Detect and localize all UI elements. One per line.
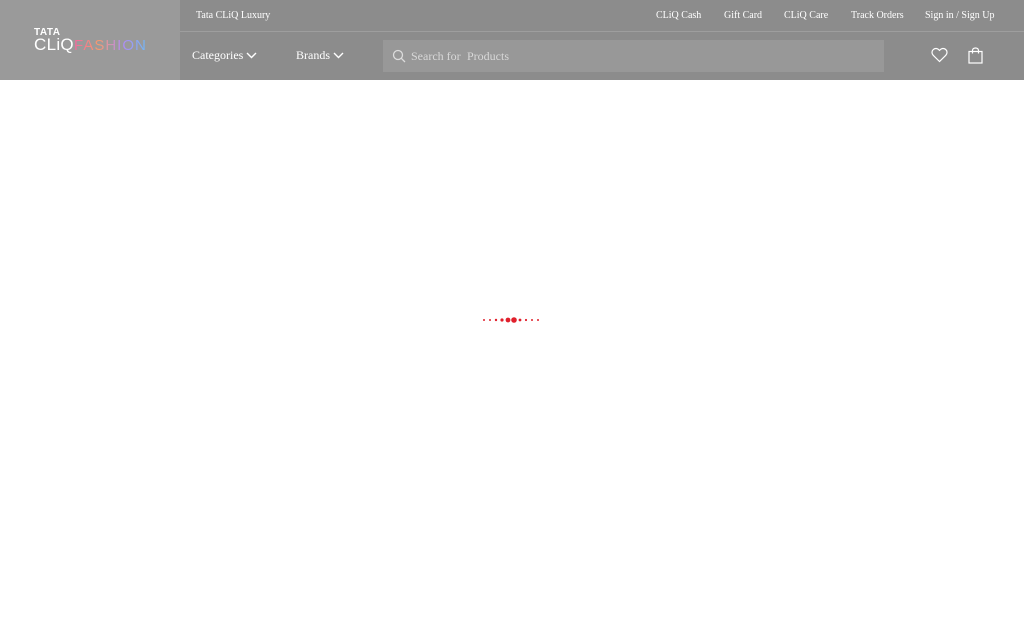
logo-fashion-text: FASHION	[74, 37, 147, 54]
luxury-link[interactable]: Tata CLiQ Luxury	[196, 10, 270, 21]
categories-label: Categories	[192, 48, 244, 62]
categories-menu[interactable]: Categories	[192, 48, 257, 63]
loading-dots	[483, 317, 539, 323]
shopping-bag-icon[interactable]	[968, 47, 983, 64]
loader-dot	[531, 319, 533, 321]
track-orders-link[interactable]: Track Orders	[851, 10, 904, 21]
chevron-down-icon	[333, 52, 344, 59]
gift-card-link[interactable]: Gift Card	[724, 10, 762, 21]
loader-dot	[524, 318, 528, 322]
loader-dot	[500, 318, 504, 322]
site-header: TATA CLiQ FASHION Tata CLiQ Luxury CLiQ …	[0, 0, 1024, 80]
search-bar[interactable]: Search for	[383, 40, 884, 72]
brands-label: Brands	[296, 48, 330, 62]
loader-dot	[494, 318, 498, 322]
loader-dot	[505, 317, 511, 323]
logo-cliq-text: CLiQ	[34, 35, 74, 54]
chevron-down-icon	[246, 52, 257, 59]
logo[interactable]: TATA CLiQ FASHION	[0, 0, 180, 80]
search-prefix-label: Search for	[411, 49, 461, 63]
search-icon	[392, 49, 406, 63]
loader-dot	[537, 319, 539, 321]
sign-in-link[interactable]: Sign in / Sign Up	[925, 10, 994, 21]
heart-icon[interactable]	[931, 47, 948, 63]
loader-dot	[489, 319, 491, 321]
loader-dot	[518, 318, 522, 322]
loader-dot	[511, 317, 517, 323]
cliq-cash-link[interactable]: CLiQ Cash	[656, 10, 701, 21]
loader-dot	[483, 319, 485, 321]
search-input[interactable]	[467, 46, 867, 66]
brands-menu[interactable]: Brands	[296, 48, 344, 63]
cliq-care-link[interactable]: CLiQ Care	[784, 10, 828, 21]
